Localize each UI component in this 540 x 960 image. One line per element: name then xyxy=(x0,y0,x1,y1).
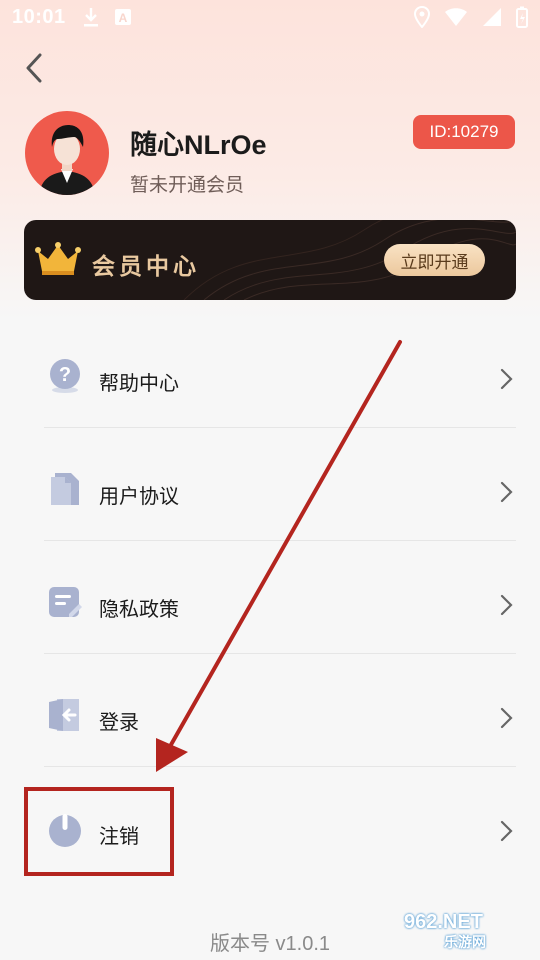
document-icon xyxy=(51,473,79,505)
member-status: 暂未开通会员 xyxy=(130,175,245,196)
divider xyxy=(44,653,516,654)
id-badge: ID:10279 xyxy=(413,115,515,149)
divider xyxy=(44,540,516,541)
menu-label: 用户协议 xyxy=(99,486,179,508)
back-button[interactable] xyxy=(18,52,50,84)
signal-icon xyxy=(483,8,501,26)
login-icon xyxy=(49,699,79,731)
chevron-right-icon xyxy=(500,481,513,503)
divider xyxy=(44,427,516,428)
menu-item-user-agreement[interactable]: 用户协议 xyxy=(0,435,540,547)
menu-label: 隐私政策 xyxy=(99,599,179,621)
menu-item-privacy-policy[interactable]: 隐私政策 xyxy=(0,548,540,660)
watermark-subtext: 乐游网 xyxy=(444,934,486,950)
chevron-right-icon xyxy=(500,707,513,729)
location-icon xyxy=(414,6,430,28)
annotation-highlight-box xyxy=(24,787,174,876)
chevron-right-icon xyxy=(500,368,513,390)
status-bar: 10:01 A xyxy=(0,0,540,36)
chevron-right-icon xyxy=(500,820,513,842)
activate-vip-button[interactable]: 立即开通 xyxy=(384,244,485,276)
crown-icon xyxy=(35,242,81,275)
avatar[interactable] xyxy=(25,111,109,195)
menu-label: 登录 xyxy=(99,712,139,734)
status-time: 10:01 xyxy=(12,6,66,28)
chevron-left-icon xyxy=(26,53,42,83)
menu-item-login[interactable]: 登录 xyxy=(0,661,540,773)
divider xyxy=(44,766,516,767)
watermark: 962.NET 乐游网 xyxy=(404,912,534,956)
watermark-text: 962.NET xyxy=(404,911,483,933)
privacy-icon xyxy=(49,587,82,617)
chevron-right-icon xyxy=(500,594,513,616)
username: 随心NLrOe xyxy=(130,130,267,160)
menu-label: 帮助中心 xyxy=(99,373,179,395)
wifi-icon xyxy=(445,8,467,26)
notification-a-icon: A xyxy=(115,9,131,25)
vip-center-title: 会员中心 xyxy=(92,253,200,279)
avatar-portrait-icon xyxy=(39,125,95,195)
help-icon: ? xyxy=(50,359,80,393)
svg-text:?: ? xyxy=(59,364,71,386)
menu-item-help-center[interactable]: ? 帮助中心 xyxy=(0,322,540,434)
download-icon xyxy=(84,8,98,27)
battery-icon xyxy=(516,6,528,28)
svg-text:A: A xyxy=(119,11,128,25)
